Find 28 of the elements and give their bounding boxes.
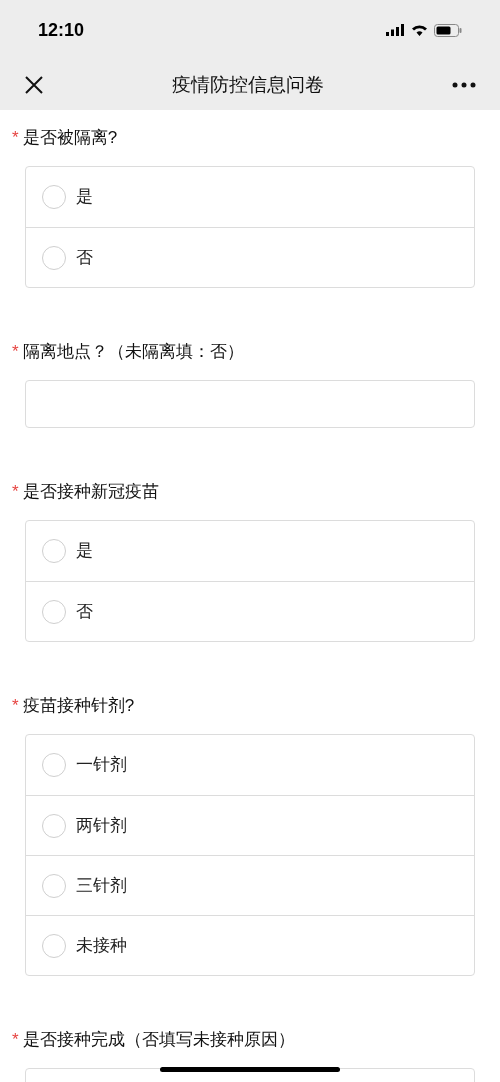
option-label: 一针剂 <box>76 754 127 777</box>
required-mark: * <box>12 1029 19 1052</box>
question-title: 是否接种完成（否填写未接种原因） <box>22 1029 295 1052</box>
option-label: 否 <box>76 246 93 269</box>
required-mark: * <box>12 695 19 718</box>
option-label: 未接种 <box>76 934 127 957</box>
option-label: 否 <box>76 600 93 623</box>
required-mark: * <box>12 481 19 504</box>
radio-option[interactable]: 否 <box>26 581 474 641</box>
radio-option[interactable]: 是 <box>26 521 474 581</box>
question-title: 是否接种新冠疫苗 <box>22 481 159 504</box>
question-title: 是否被隔离? <box>22 127 118 150</box>
option-label: 是 <box>76 186 93 209</box>
question-title: 疫苗接种针剂? <box>22 695 135 718</box>
option-label: 三针剂 <box>76 874 127 897</box>
required-mark: * <box>12 127 19 150</box>
option-label: 是 <box>76 540 93 563</box>
radio-option[interactable]: 三针剂 <box>26 855 474 915</box>
option-label: 两针剂 <box>76 814 127 837</box>
nav-title: 疫情防控信息问卷 <box>172 72 324 97</box>
radio-option[interactable]: 否 <box>26 227 474 287</box>
question-title: 隔离地点？（未隔离填：否） <box>22 341 244 364</box>
status-time: 12:10 <box>38 18 85 42</box>
radio-option[interactable]: 一针剂 <box>26 735 474 795</box>
required-mark: * <box>12 341 19 364</box>
radio-option[interactable]: 是 <box>26 167 474 227</box>
radio-option[interactable]: 两针剂 <box>26 795 474 855</box>
radio-option[interactable]: 未接种 <box>26 915 474 975</box>
